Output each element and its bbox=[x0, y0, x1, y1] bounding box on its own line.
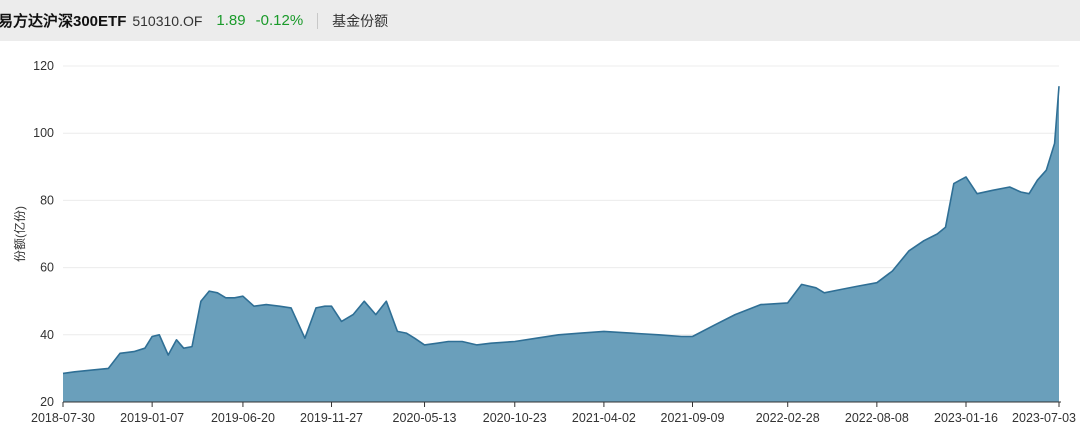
metric-label: 基金份额 bbox=[332, 12, 389, 29]
x-tick-label: 2023-07-03 bbox=[1012, 411, 1076, 425]
x-tick-label: 2018-07-30 bbox=[31, 411, 95, 425]
fund-shares-chart: 20 40 60 80 100 120 2018-07-30 2019-01-07 2019-0… bbox=[12, 59, 1076, 425]
y-tick-label: 120 bbox=[33, 59, 54, 73]
y-tick-label: 40 bbox=[40, 328, 54, 342]
x-tick-label: 2019-11-27 bbox=[300, 411, 363, 425]
fund-change: -0.12% bbox=[255, 12, 304, 29]
x-tick-label: 2020-05-13 bbox=[393, 411, 457, 425]
fund-header: 易方达沪深300ETF 510310.OF 1.89 -0.12% 基金份额 bbox=[0, 0, 1080, 41]
fund-name[interactable]: 易方达沪深300ETF bbox=[0, 10, 126, 31]
y-tick-label: 60 bbox=[40, 261, 54, 275]
x-tick-label: 2023-01-16 bbox=[934, 411, 998, 425]
x-tick-label: 2021-04-02 bbox=[572, 411, 636, 425]
x-tick-label: 2022-02-28 bbox=[756, 411, 820, 425]
x-tick-label: 2019-01-07 bbox=[120, 411, 184, 425]
x-tick-label: 2020-10-23 bbox=[483, 411, 547, 425]
fund-price: 1.89 bbox=[216, 12, 246, 29]
header-divider bbox=[317, 12, 319, 29]
x-tick-label: 2022-08-08 bbox=[845, 411, 909, 425]
y-tick-label: 80 bbox=[40, 193, 54, 207]
y-tick-label: 100 bbox=[33, 126, 54, 140]
fund-code: 510310.OF bbox=[132, 12, 203, 29]
x-tick-label: 2019-06-20 bbox=[211, 411, 275, 425]
x-tick-label: 2021-09-09 bbox=[661, 411, 725, 425]
y-tick-label: 20 bbox=[40, 395, 54, 409]
y-axis-label: 份额(亿份) bbox=[12, 206, 27, 262]
